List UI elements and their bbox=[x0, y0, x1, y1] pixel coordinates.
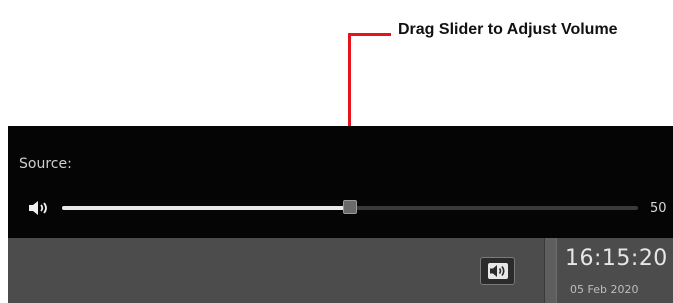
bar-divider bbox=[544, 238, 557, 303]
callout-annotation-text: Drag Slider to Adjust Volume bbox=[398, 21, 618, 38]
volume-button-icon bbox=[488, 263, 508, 279]
speaker-icon[interactable] bbox=[28, 200, 50, 216]
volume-panel: Source: 50 bbox=[8, 126, 673, 238]
source-label: Source: bbox=[19, 156, 72, 172]
speaker-icon-svg bbox=[29, 201, 47, 215]
callout-connector-horizontal bbox=[349, 33, 391, 36]
volume-value: 50 bbox=[650, 201, 667, 216]
clock-date: 05 Feb 2020 bbox=[570, 283, 639, 296]
volume-slider-track[interactable] bbox=[62, 200, 638, 214]
volume-slider-fill bbox=[62, 206, 350, 210]
bottom-status-bar: 16:15:20 05 Feb 2020 bbox=[8, 238, 673, 303]
volume-button-icon-svg bbox=[490, 265, 505, 277]
volume-button[interactable] bbox=[480, 257, 515, 285]
clock-time: 16:15:20 bbox=[565, 246, 668, 271]
volume-slider-thumb[interactable] bbox=[343, 200, 357, 214]
